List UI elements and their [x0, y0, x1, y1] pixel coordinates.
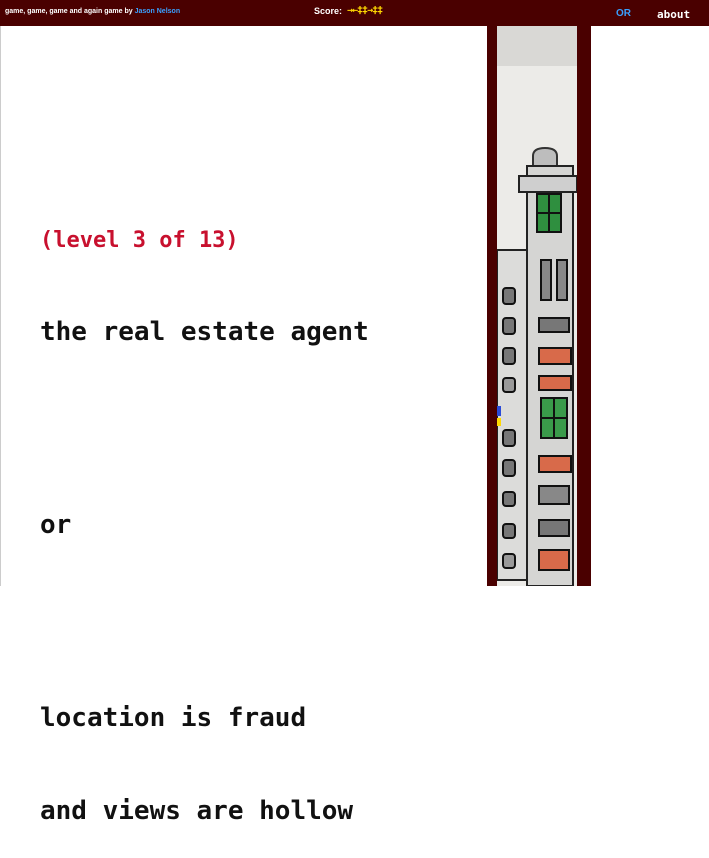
- level-text: (level 3 of 13) the real estate agent or…: [40, 165, 369, 858]
- top-bar: game, game, game and again game by Jason…: [0, 0, 709, 26]
- building-drawing: [497, 26, 577, 586]
- subtitle-line-1: location is fraud: [40, 703, 307, 733]
- or-separator: OR: [616, 8, 631, 19]
- building-illustration-icon: [497, 26, 577, 586]
- level-title: the real estate agent: [40, 317, 369, 347]
- game-title: game, game, game and again game: [5, 8, 123, 15]
- level-indicator: (level 3 of 13): [40, 228, 239, 253]
- game-credit: game, game, game and again game by Jason…: [5, 8, 180, 15]
- score-display: →←‡‡→‡‡: [347, 5, 383, 16]
- score-label: Score:: [314, 6, 343, 16]
- or-text: or: [40, 510, 72, 540]
- author-link[interactable]: Jason Nelson: [135, 8, 181, 15]
- about-link[interactable]: about: [657, 8, 690, 21]
- left-border: [0, 26, 1, 586]
- subtitle-line-2: and views are hollow: [40, 796, 354, 826]
- credit-by: by: [124, 8, 133, 15]
